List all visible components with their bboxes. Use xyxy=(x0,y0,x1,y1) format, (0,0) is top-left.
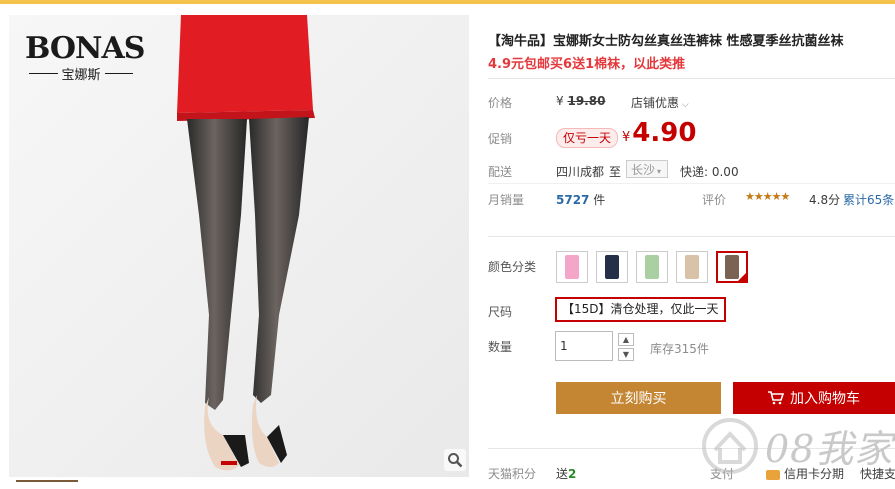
quantity-label: 数量 xyxy=(488,340,513,354)
color-swatch-green[interactable] xyxy=(636,251,668,283)
destination-select[interactable]: 长沙 ▾ xyxy=(626,160,668,178)
original-price-value: 19.80 xyxy=(567,94,606,108)
product-main-image[interactable]: BONAS 宝娜斯 xyxy=(9,15,469,477)
promo-badge: 仅亏一天 xyxy=(556,128,619,148)
watermark-text: 08我家 xyxy=(765,427,894,471)
zoom-icon[interactable] xyxy=(444,449,466,471)
price-label: 价格 xyxy=(488,96,513,110)
monthly-sales: 5727 件 xyxy=(556,191,605,208)
caret-down-icon: ▾ xyxy=(657,167,662,176)
review-count-link[interactable]: 累计65条 xyxy=(843,191,894,208)
delivery-to: 至 xyxy=(609,165,622,179)
chevron-down-icon: ⌵ xyxy=(679,100,689,110)
brand-chinese-name: 宝娜斯 xyxy=(61,68,101,83)
add-to-cart-label: 加入购物车 xyxy=(790,391,860,407)
size-label: 尺码 xyxy=(488,305,513,319)
divider xyxy=(488,78,895,79)
quantity-increase-button[interactable]: ▲ xyxy=(618,333,634,346)
divider xyxy=(488,236,895,237)
monthly-sales-unit: 件 xyxy=(593,193,606,207)
monthly-sales-label: 月销量 xyxy=(488,193,525,207)
shop-discount-dropdown[interactable]: 店铺优惠 ⌵ xyxy=(631,94,689,111)
stock-count: 库存315件 xyxy=(650,342,709,356)
points-label: 天猫积分 xyxy=(488,467,537,481)
size-option-selected[interactable]: 【15D】清仓处理，仅此一天 xyxy=(555,297,726,322)
points-info: 送2 xyxy=(556,465,576,482)
monthly-sales-count: 5727 xyxy=(556,193,590,207)
delivery-origin: 四川成都 xyxy=(556,165,605,179)
divider xyxy=(488,183,895,184)
promo-price: ¥4.90 xyxy=(622,118,696,148)
color-swatch-beige[interactable] xyxy=(676,251,708,283)
brand-name: BONAS xyxy=(25,31,145,66)
selected-check-icon xyxy=(737,272,747,282)
express-fee: 快递: 0.00 xyxy=(680,165,739,179)
rating-score: 4.8分 xyxy=(809,193,841,207)
product-subtitle: 4.9元包邮买6送1棉袜，以此类推 xyxy=(488,57,686,72)
rating-label: 评价 xyxy=(702,193,727,207)
quantity-decrease-button[interactable]: ▼ xyxy=(618,348,634,361)
brand-subline: 宝娜斯 xyxy=(25,64,137,83)
shop-discount-label: 店铺优惠 xyxy=(631,96,680,110)
color-label: 颜色分类 xyxy=(488,260,537,274)
cart-icon xyxy=(768,391,784,405)
promo-currency: ¥ xyxy=(622,130,631,145)
model-legs-image xyxy=(9,15,469,477)
color-swatch-pink[interactable] xyxy=(556,251,588,283)
original-price: ¥ 19.80 xyxy=(556,94,605,108)
destination-value: 长沙 xyxy=(631,163,656,177)
promo-price-value: 4.90 xyxy=(632,118,697,148)
color-swatch-navy[interactable] xyxy=(596,251,628,283)
thumbnail-indicator[interactable] xyxy=(16,480,78,489)
quantity-input[interactable] xyxy=(555,331,613,361)
promo-label: 促销 xyxy=(488,132,513,146)
buy-now-button[interactable]: 立刻购买 xyxy=(556,382,721,414)
currency-symbol: ¥ xyxy=(556,94,564,108)
points-prefix: 送 xyxy=(556,467,569,481)
points-value: 2 xyxy=(568,467,577,481)
delivery-label: 配送 xyxy=(488,165,513,179)
rating-stars-icon: ★★★★★ xyxy=(745,190,790,203)
color-swatch-brown-selected[interactable] xyxy=(716,251,748,283)
product-title: 【淘牛品】宝娜斯女士防勾丝真丝连裤袜 性感夏季丝抗菌丝袜 xyxy=(488,34,844,49)
brand-logo: BONAS 宝娜斯 xyxy=(25,31,145,83)
